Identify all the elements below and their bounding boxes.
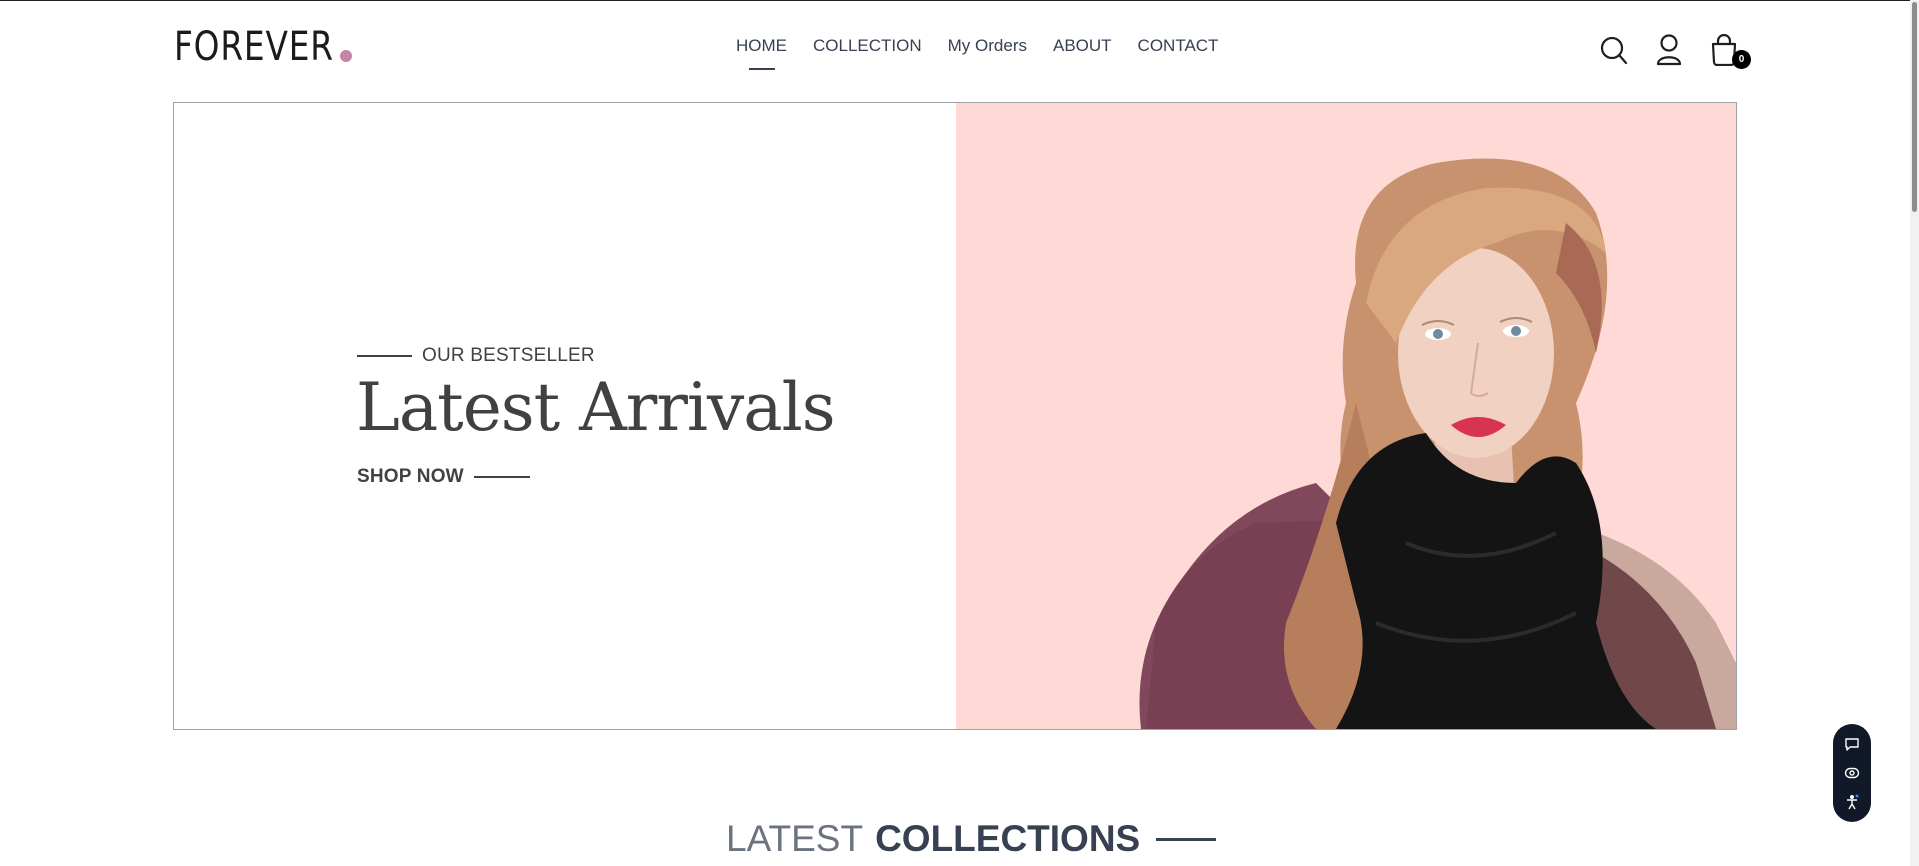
- nav-active-indicator: [748, 68, 775, 70]
- shop-now-label: SHOP NOW: [357, 466, 464, 487]
- nav-contact[interactable]: CONTACT: [1138, 36, 1219, 56]
- nav-my-orders-label: My Orders: [947, 36, 1027, 55]
- logo-text: FOREVER: [174, 24, 334, 70]
- nav-collection-label: COLLECTION: [813, 36, 922, 55]
- nav-about-label: ABOUT: [1052, 36, 1112, 55]
- cart-count-badge: 0: [1732, 50, 1751, 69]
- profile-icon[interactable]: [1656, 34, 1682, 71]
- hero-image: [956, 103, 1736, 729]
- section-title-light: LATEST: [726, 818, 864, 859]
- scrollbar[interactable]: [1910, 0, 1919, 866]
- main-nav: HOME COLLECTION My Orders ABOUT CONTACT: [736, 36, 1219, 70]
- hero-tagline: OUR BESTSELLER: [422, 345, 595, 366]
- search-icon[interactable]: [1600, 36, 1628, 71]
- hero-text-panel: OUR BESTSELLER Latest Arrivals SHOP NOW: [174, 103, 956, 729]
- hero-banner: OUR BESTSELLER Latest Arrivals SHOP NOW: [173, 102, 1737, 730]
- nav-home[interactable]: HOME: [736, 36, 787, 70]
- shop-now-button[interactable]: SHOP NOW: [357, 466, 530, 488]
- model-illustration: [1139, 158, 1736, 729]
- nav-contact-label: CONTACT: [1137, 36, 1219, 55]
- shop-now-line: [473, 476, 530, 478]
- logo[interactable]: FOREVER: [174, 26, 369, 68]
- tagline-line: [357, 355, 412, 357]
- logo-dot: [340, 50, 352, 62]
- section-title-line: [1156, 837, 1217, 841]
- hero-tagline-row: OUR BESTSELLER: [357, 345, 595, 367]
- nav-my-orders[interactable]: My Orders: [948, 36, 1027, 56]
- page: FOREVER HOME COLLECTION My Orders ABOUT …: [0, 0, 1910, 866]
- floating-widget: [1833, 724, 1871, 822]
- latest-collections-heading: LATEST COLLECTIONS: [726, 818, 1217, 860]
- chat-icon[interactable]: [1842, 734, 1862, 754]
- nav-about[interactable]: ABOUT: [1053, 36, 1112, 56]
- hero-title: Latest Arrivals: [356, 369, 836, 446]
- nav-home-label: HOME: [736, 36, 787, 55]
- eye-icon[interactable]: [1842, 763, 1862, 783]
- scrollbar-thumb[interactable]: [1912, 2, 1917, 212]
- section-title-bold: COLLECTIONS: [875, 818, 1141, 859]
- cart-button[interactable]: 0: [1710, 33, 1754, 74]
- nav-collection[interactable]: COLLECTION: [813, 36, 922, 56]
- accessibility-icon[interactable]: [1842, 792, 1862, 812]
